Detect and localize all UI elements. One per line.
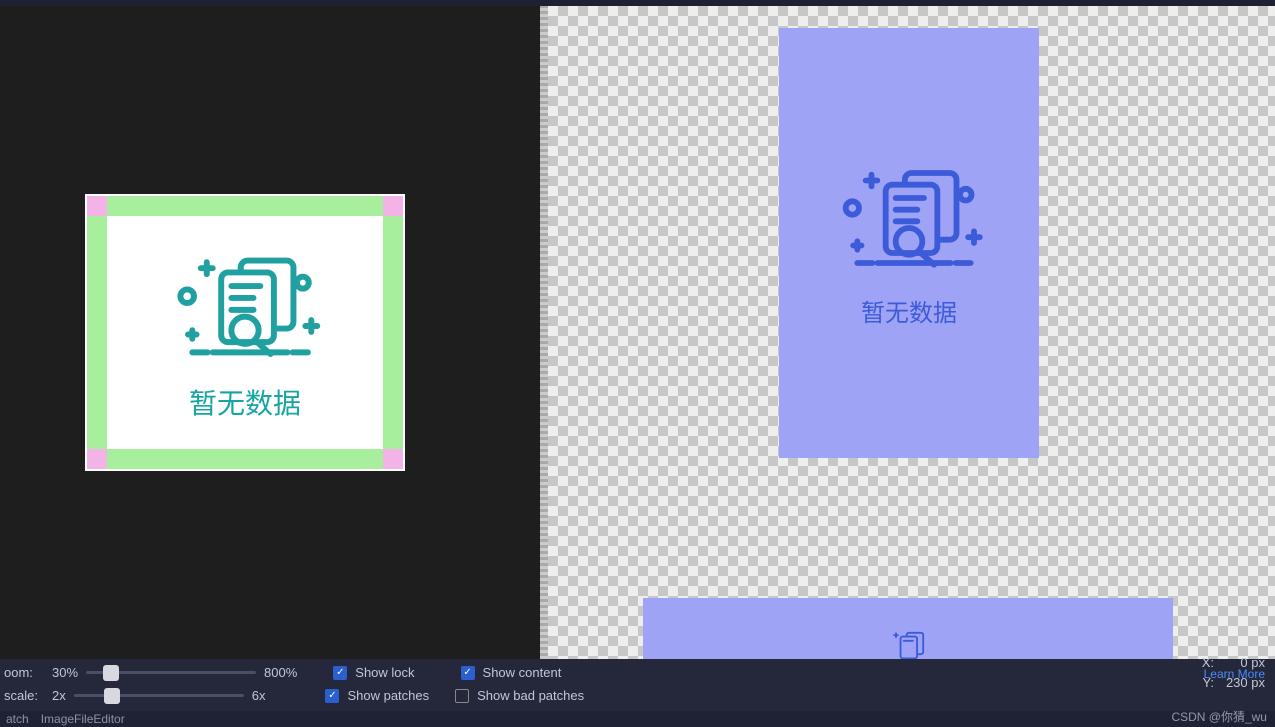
patch-edge-left — [87, 216, 107, 449]
preview-caption: 暂无数据 — [861, 293, 957, 328]
preview-panel[interactable]: 暂无数据 — [548, 6, 1275, 659]
preview-portrait: 暂无数据 — [779, 28, 1039, 458]
patch-edge-bottom — [107, 449, 383, 469]
status-atch: atch — [6, 712, 29, 726]
patch-corner-bl — [87, 449, 107, 469]
document-search-icon — [160, 244, 330, 374]
panel-divider[interactable] — [540, 6, 548, 659]
status-editor: ImageFileEditor — [41, 712, 125, 726]
show-bad-patches-label: Show bad patches — [477, 688, 584, 703]
show-content-checkbox[interactable]: ✓ — [461, 666, 475, 680]
document-search-icon — [824, 158, 994, 283]
scale-value: 2x — [52, 688, 66, 703]
show-content-label: Show content — [483, 665, 562, 680]
editor-area: 暂无数据 — [0, 6, 1275, 659]
zoom-thumb[interactable] — [103, 665, 119, 681]
scale-thumb[interactable] — [104, 688, 120, 704]
image-caption: 暂无数据 — [189, 382, 301, 422]
nine-patch-image[interactable]: 暂无数据 — [85, 194, 405, 471]
zoom-value: 30% — [52, 665, 78, 680]
patch-corner-br — [383, 449, 403, 469]
show-patches-checkbox[interactable]: ✓ — [325, 689, 339, 703]
show-patches-label: Show patches — [347, 688, 429, 703]
watermark: CSDN @你猜_wu — [1171, 708, 1267, 725]
patch-edge-top — [107, 196, 383, 216]
show-lock-label: Show lock — [355, 665, 414, 680]
preview-landscape — [643, 598, 1173, 668]
patch-corner-tl — [87, 196, 107, 216]
nine-patch-panel[interactable]: 暂无数据 — [0, 6, 540, 659]
controls-bar: oom: 30% 800% ✓ Show lock ✓ Show content… — [0, 659, 1275, 711]
patch-center: 暂无数据 — [107, 216, 383, 449]
scale-label: scale: — [4, 688, 44, 703]
zoom-slider[interactable] — [86, 666, 256, 680]
show-bad-patches-checkbox[interactable] — [455, 689, 469, 703]
status-bar: atch ImageFileEditor — [0, 711, 1275, 727]
scale-slider[interactable] — [74, 689, 244, 703]
zoom-label: oom: — [4, 665, 44, 680]
scale-max: 6x — [252, 688, 266, 703]
zoom-max: 800% — [264, 665, 297, 680]
patch-corner-tr — [383, 196, 403, 216]
coordinates-readout: X: 0 px Y: 230 px — [1194, 653, 1265, 693]
patch-edge-right — [383, 216, 403, 449]
show-lock-checkbox[interactable]: ✓ — [333, 666, 347, 680]
